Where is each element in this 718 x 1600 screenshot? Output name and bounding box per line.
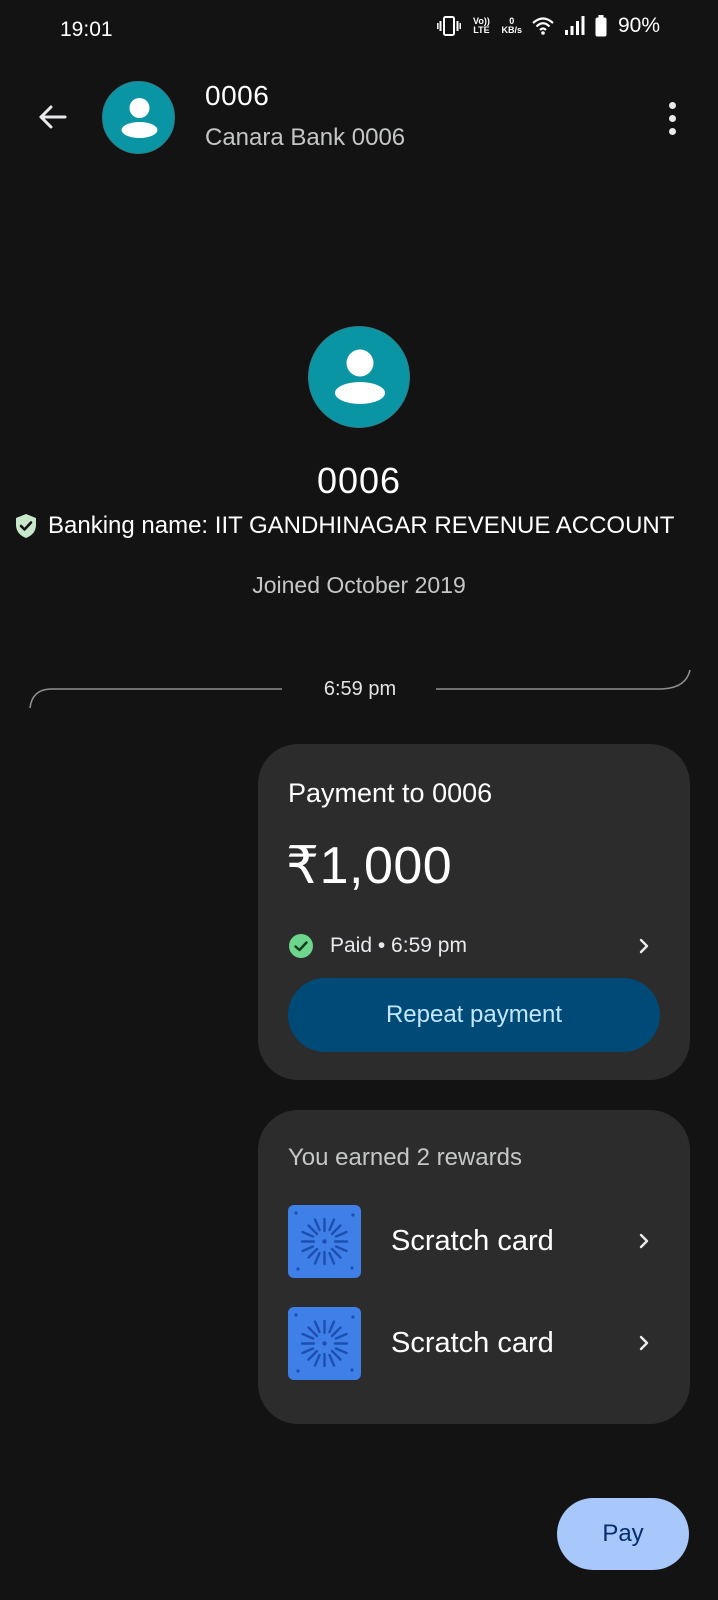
verified-shield-icon	[16, 514, 36, 538]
volte-icon: Vo)) LTE	[473, 16, 490, 35]
check-circle-icon	[289, 934, 313, 958]
chevron-right-icon	[636, 1231, 652, 1251]
pay-button[interactable]: Pay	[557, 1498, 689, 1570]
header-subtitle: Canara Bank 0006	[205, 124, 406, 151]
payment-amount: ₹1,000	[286, 837, 453, 895]
payment-card[interactable]: Payment to 0006 ₹1,000 Paid • 6:59 pm Re…	[258, 744, 690, 1080]
signal-icon	[564, 16, 586, 36]
repeat-payment-label: Repeat payment	[385, 1001, 563, 1028]
chevron-right-icon	[636, 936, 652, 956]
battery-icon	[595, 15, 607, 37]
divider-time: 6:59 pm	[323, 678, 397, 700]
payment-title: Payment to 0006	[288, 778, 493, 808]
header-avatar[interactable]	[102, 81, 175, 154]
chevron-right-icon	[636, 1333, 652, 1353]
profile-name: 0006	[316, 460, 402, 501]
scratch-card-item[interactable]: Scratch card	[288, 1204, 660, 1278]
status-icons: Vo)) LTE 0 KB/s 90%	[437, 14, 660, 38]
banking-name: Banking name: IIT GANDHINAGAR REVENUE AC…	[48, 512, 675, 539]
joined-date: Joined October 2019	[252, 572, 466, 598]
person-icon	[335, 349, 385, 404]
more-dot	[668, 114, 676, 122]
profile-avatar[interactable]	[308, 326, 410, 428]
battery-percent: 90%	[617, 14, 660, 37]
more-dot	[668, 101, 676, 109]
rewards-card: You earned 2 rewards Scratch card Scratc…	[258, 1110, 690, 1424]
data-speed-unit: KB/s	[501, 25, 522, 35]
rewards-title: You earned 2 rewards	[288, 1144, 522, 1171]
data-speed-icon: 0 KB/s	[501, 17, 522, 35]
vibrate-icon	[437, 15, 462, 37]
payment-status: Paid • 6:59 pm	[330, 934, 467, 957]
scratch-card-item[interactable]: Scratch card	[288, 1306, 660, 1380]
person-icon	[121, 98, 158, 138]
status-time: 19:01	[60, 18, 113, 41]
status-bar: 19:01 Vo)) LTE 0 KB/s 90%	[0, 0, 718, 60]
payment-status-row[interactable]: Paid • 6:59 pm	[288, 928, 660, 964]
scratch-card-icon	[288, 1306, 361, 1380]
more-dot	[668, 127, 676, 135]
pay-button-label: Pay	[602, 1520, 644, 1547]
more-options-button[interactable]	[660, 96, 684, 140]
time-divider: 6:59 pm	[28, 662, 692, 714]
back-button[interactable]	[30, 95, 74, 139]
back-arrow-icon	[39, 105, 67, 129]
wifi-icon	[531, 15, 555, 37]
scratch-card-label: Scratch card	[391, 1224, 554, 1257]
scratch-card-label: Scratch card	[391, 1326, 554, 1359]
scratch-card-icon	[288, 1204, 361, 1278]
header-title: 0006	[205, 80, 270, 111]
banking-name-row: Banking name: IIT GANDHINAGAR REVENUE AC…	[14, 512, 674, 540]
repeat-payment-button[interactable]: Repeat payment	[288, 978, 660, 1052]
